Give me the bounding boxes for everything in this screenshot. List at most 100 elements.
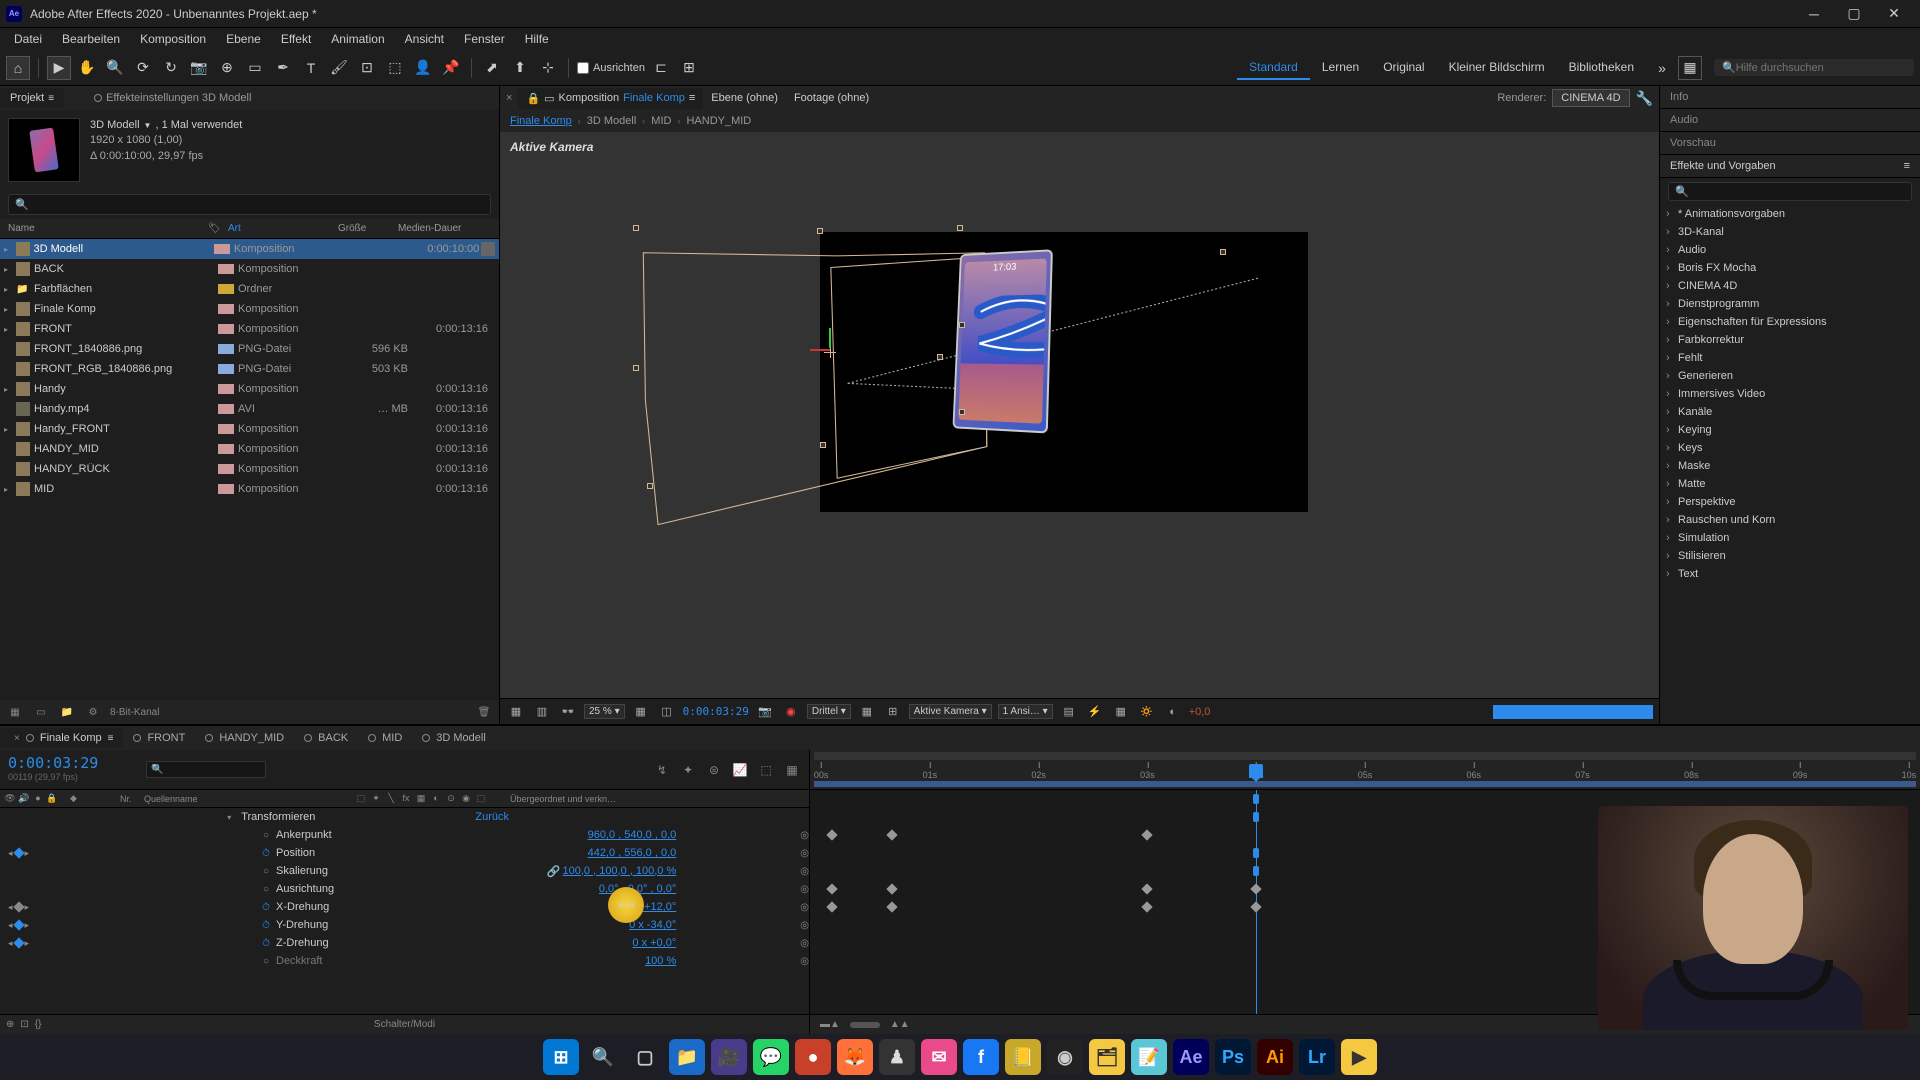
menu-hilfe[interactable]: Hilfe [515,30,559,48]
breadcrumb-item[interactable]: HANDY_MID [686,115,751,127]
timeline-zoom-slider[interactable] [850,1022,880,1028]
effect-category[interactable]: CINEMA 4D [1660,277,1920,295]
taskbar-icon[interactable]: ● [795,1039,831,1075]
taskbar-icon[interactable]: ◉ [1047,1039,1083,1075]
show-channel-button[interactable]: ◉ [781,702,801,722]
effect-category[interactable]: Maske [1660,457,1920,475]
flowchart-button[interactable]: 🔅 [1137,702,1157,722]
resolution-button[interactable]: ▦ [631,702,651,722]
snap-grid-button[interactable]: ⊞ [677,56,701,80]
orbit-tool[interactable]: ⟳ [131,56,155,80]
camera-tool[interactable]: 📷 [187,56,211,80]
project-search[interactable]: 🔍 [8,194,491,215]
resolution-select[interactable]: Drittel ▾ [807,704,851,719]
effect-category[interactable]: Kanäle [1660,403,1920,421]
minimize-button[interactable]: ─ [1794,0,1834,28]
audio-panel-header[interactable]: Audio [1660,109,1920,132]
taskbar-icon[interactable]: 📁 [669,1039,705,1075]
breadcrumb-item[interactable]: 3D Modell [587,115,637,127]
project-item[interactable]: FRONT_RGB_1840886.png PNG-Datei 503 KB [0,359,499,379]
taskbar-icon[interactable]: f [963,1039,999,1075]
eraser-tool[interactable]: ⬚ [383,56,407,80]
workspace-bibliotheken[interactable]: Bibliotheken [1557,56,1646,80]
toggle-panes-button[interactable]: {} [35,1019,42,1030]
project-item[interactable]: ▸ FRONT Komposition 0:00:13:16 [0,319,499,339]
canvas[interactable]: Aktive Kamera 17:03 [500,132,1659,698]
keyframe[interactable] [826,829,837,840]
breadcrumb-item[interactable]: MID [651,115,671,127]
timeline-button[interactable]: ▦ [1111,702,1131,722]
taskbar-icon[interactable]: Lr [1299,1039,1335,1075]
timeline-tab[interactable]: MID [358,728,412,748]
taskbar-icon[interactable]: 💬 [753,1039,789,1075]
project-item[interactable]: ▸ Finale Komp Komposition [0,299,499,319]
taskbar-icon[interactable]: Ai [1257,1039,1293,1075]
delete-button[interactable]: 🗑 [475,703,493,721]
effects-category-list[interactable]: * Animationsvorgaben3D-KanalAudioBoris F… [1660,205,1920,724]
shape-tool[interactable]: ▭ [243,56,267,80]
always-preview-button[interactable]: ▦ [506,702,526,722]
snap-checkbox[interactable]: Ausrichten [577,62,645,74]
taskbar-icon[interactable]: ⊞ [543,1039,579,1075]
effect-category[interactable]: Matte [1660,475,1920,493]
keyframe[interactable] [1142,829,1153,840]
toggle-modes-button[interactable]: ⊡ [20,1019,28,1030]
type-tool[interactable]: T [299,56,323,80]
timeline-tab[interactable]: 3D Modell [412,728,496,748]
taskbar-icon[interactable]: ✉ [921,1039,957,1075]
fast-preview-button[interactable]: ⚡ [1085,702,1105,722]
clone-tool[interactable]: ⊡ [355,56,379,80]
snapshot-button[interactable]: 📷 [755,702,775,722]
effect-category[interactable]: Eigenschaften für Expressions [1660,313,1920,331]
effect-controls-tab[interactable]: Effekteinstellungen 3D Modell [84,88,261,108]
project-item[interactable]: ▸ Handy Komposition 0:00:13:16 [0,379,499,399]
rotate-tool[interactable]: ↻ [159,56,183,80]
marker[interactable] [1253,812,1259,822]
new-comp-button[interactable]: ▭ [32,703,50,721]
prop-ausrichtung[interactable]: ○ Ausrichtung 0,0° , 0,0° , 0,0° ◎ [0,880,809,898]
tl-motion-blur-button[interactable]: ⊜ [703,759,725,781]
grid-button[interactable]: ⊞ [883,702,903,722]
menu-fenster[interactable]: Fenster [454,30,515,48]
effect-category[interactable]: 3D-Kanal [1660,223,1920,241]
taskbar-icon[interactable]: ▢ [627,1039,663,1075]
effect-category[interactable]: Dienstprogramm [1660,295,1920,313]
interpret-footage-button[interactable]: ▦ [6,703,24,721]
exposure-value[interactable]: +0,0 [1189,706,1211,718]
prop-skalierung[interactable]: ○ Skalierung 🔗 100,0 , 100,0 , 100,0 % ◎ [0,862,809,880]
prop-position[interactable]: ◂▸ ⏱ Position 442,0 , 556,0 , 0,0 ◎ [0,844,809,862]
effect-category[interactable]: Generieren [1660,367,1920,385]
workspace-kleiner bildschirm[interactable]: Kleiner Bildschirm [1437,56,1557,80]
brush-tool[interactable]: 🖌 [327,56,351,80]
pixel-aspect-button[interactable]: ▤ [1059,702,1079,722]
puppet-tool[interactable]: 📌 [439,56,463,80]
mask-button[interactable]: 👓 [558,702,578,722]
tl-draft3d-button[interactable]: ⬚ [755,759,777,781]
workspace-overflow[interactable]: » [1650,60,1674,76]
effect-category[interactable]: Text [1660,565,1920,583]
effects-panel-header[interactable]: Effekte und Vorgaben≡ [1660,155,1920,178]
local-axis-button[interactable]: ⬈ [480,56,504,80]
sync-settings-button[interactable]: ▦ [1678,56,1702,80]
world-axis-button[interactable]: ⬆ [508,56,532,80]
tl-render-button[interactable]: ✦ [677,759,699,781]
guides-button[interactable]: ▦ [857,702,877,722]
menu-effekt[interactable]: Effekt [271,30,321,48]
timeline-tab[interactable]: BACK [294,728,358,748]
menu-komposition[interactable]: Komposition [130,30,216,48]
home-button[interactable]: ⌂ [6,56,30,80]
zoom-out-icon[interactable]: ▬▲ [820,1019,840,1030]
keyframe[interactable] [1251,883,1262,894]
keyframe[interactable] [826,901,837,912]
help-search[interactable]: 🔍 [1714,59,1914,76]
project-tab[interactable]: Projekt≡ [0,88,64,108]
timeline-tab[interactable]: ×Finale Komp ≡ [0,728,123,748]
zoom-in-icon[interactable]: ▲▲ [890,1019,910,1030]
switches-modes-toggle[interactable]: Schalter/Modi [374,1019,435,1030]
help-search-input[interactable] [1736,62,1906,74]
project-item[interactable]: ▸ 3D Modell Komposition 0:00:10:00 [0,239,499,259]
pen-tool[interactable]: ✒ [271,56,295,80]
toggle-switches-button[interactable]: ⊕ [6,1019,14,1030]
tl-comp-button[interactable]: ↯ [651,759,673,781]
project-item-list[interactable]: ▸ 3D Modell Komposition 0:00:10:00 ▸ BAC… [0,239,499,700]
